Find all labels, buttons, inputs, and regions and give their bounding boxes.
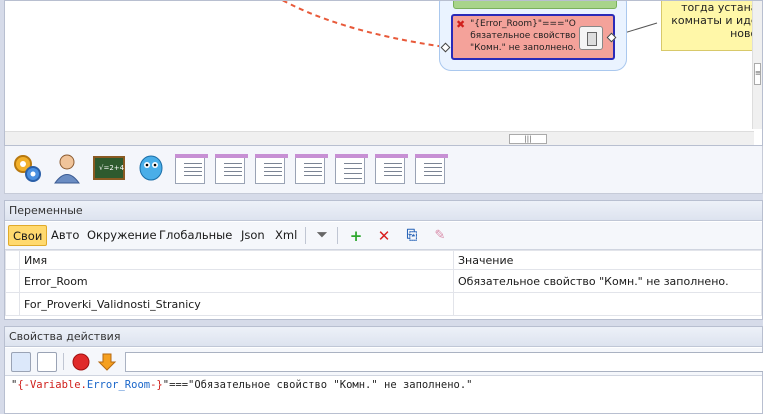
robot-icon[interactable]	[135, 152, 167, 184]
column-header-value[interactable]: Значение	[453, 250, 762, 270]
document-icon[interactable]	[415, 154, 448, 184]
separator	[63, 353, 64, 370]
chalkboard-icon[interactable]: √=2+4	[93, 152, 125, 184]
tab-xml[interactable]: Xml	[271, 225, 301, 246]
tab-auto[interactable]: Авто	[47, 225, 83, 246]
edit-icon[interactable]: ⎘	[403, 227, 421, 245]
error-icon: ✖	[456, 18, 466, 31]
variable-name[interactable]: For_Proverki_Validnosti_Stranicy	[19, 292, 454, 316]
table-document-icon[interactable]	[335, 154, 368, 184]
expression-text[interactable]: "{-Variable.Error_Room-}"==="Обязательно…	[11, 379, 473, 391]
variables-table: Имя Значение Error_Room Обязательное сво…	[5, 250, 762, 316]
panel-title: Переменные	[5, 201, 762, 221]
tab-environment[interactable]: Окружение	[83, 225, 161, 246]
document-icon[interactable]	[295, 154, 328, 184]
panel-title: Свойства действия	[5, 327, 762, 347]
column-header-name[interactable]: Имя	[19, 250, 454, 270]
variable-value[interactable]	[453, 292, 762, 316]
action-node-label: "{Error_Room}"==="О бязательное свойство "…	[470, 19, 576, 53]
connector-line	[281, 1, 658, 48]
tab-own[interactable]: Свои	[8, 225, 48, 246]
list-view-icon[interactable]	[11, 352, 31, 372]
user-icon[interactable]	[51, 152, 83, 184]
comment-note[interactable]: тогда устанав комнаты и идет новое	[661, 1, 762, 51]
variables-panel: Переменные Свои Авто Окружение Глобальны…	[4, 200, 763, 320]
eraser-icon[interactable]: ✎	[431, 227, 449, 245]
properties-toolbar	[5, 348, 763, 376]
delete-icon[interactable]: ✕	[375, 227, 393, 245]
action-palette: √=2+4	[4, 146, 763, 194]
variable-value[interactable]: Обязательное свойство "Комн." не заполне…	[453, 269, 762, 293]
scroll-thumb[interactable]: ≡	[754, 63, 761, 85]
svg-text:√=2+4: √=2+4	[99, 164, 125, 172]
row-selector[interactable]	[5, 292, 20, 316]
add-icon[interactable]: +	[347, 227, 365, 245]
stop-icon[interactable]	[71, 352, 91, 372]
document-icon[interactable]	[215, 154, 248, 184]
variables-toolbar: Свои Авто Окружение Глобальные Json Xml …	[5, 222, 762, 250]
tab-json[interactable]: Json	[237, 225, 269, 246]
action-node-error-room[interactable]: ✖ "{Error_Room}"==="О бязательное свойств…	[451, 14, 615, 60]
edit-list-icon[interactable]	[37, 352, 57, 372]
toggle-switch-icon[interactable]	[579, 26, 603, 50]
table-header: Имя Значение	[5, 250, 762, 270]
gears-icon[interactable]	[11, 152, 43, 184]
document-icon[interactable]	[255, 154, 288, 184]
document-icon[interactable]	[175, 154, 208, 184]
property-input[interactable]	[125, 352, 763, 372]
horizontal-scrollbar[interactable]: |||	[5, 131, 754, 145]
document-icon[interactable]	[375, 154, 408, 184]
row-selector[interactable]	[5, 269, 20, 293]
action-properties-panel: Свойства действия "{-Variable.Error_Room…	[4, 326, 763, 414]
separator	[337, 227, 338, 244]
variable-name[interactable]: Error_Room	[19, 269, 454, 293]
workflow-canvas[interactable]: ✖ "{Error_Room}"==="О бязательное свойств…	[4, 0, 763, 146]
filter-icon[interactable]: ⏷	[313, 227, 331, 245]
separator	[305, 227, 306, 244]
tab-global[interactable]: Глобальные	[155, 225, 236, 246]
row-selector-header	[5, 250, 20, 270]
table-row[interactable]: For_Proverki_Validnosti_Stranicy	[5, 292, 762, 316]
prev-action-node[interactable]	[453, 1, 617, 9]
vertical-scrollbar[interactable]: ≡	[752, 1, 762, 129]
table-row[interactable]: Error_Room Обязательное свойство "Комн."…	[5, 269, 762, 293]
arrow-down-icon[interactable]	[97, 352, 117, 372]
scroll-thumb[interactable]: |||	[509, 134, 547, 144]
